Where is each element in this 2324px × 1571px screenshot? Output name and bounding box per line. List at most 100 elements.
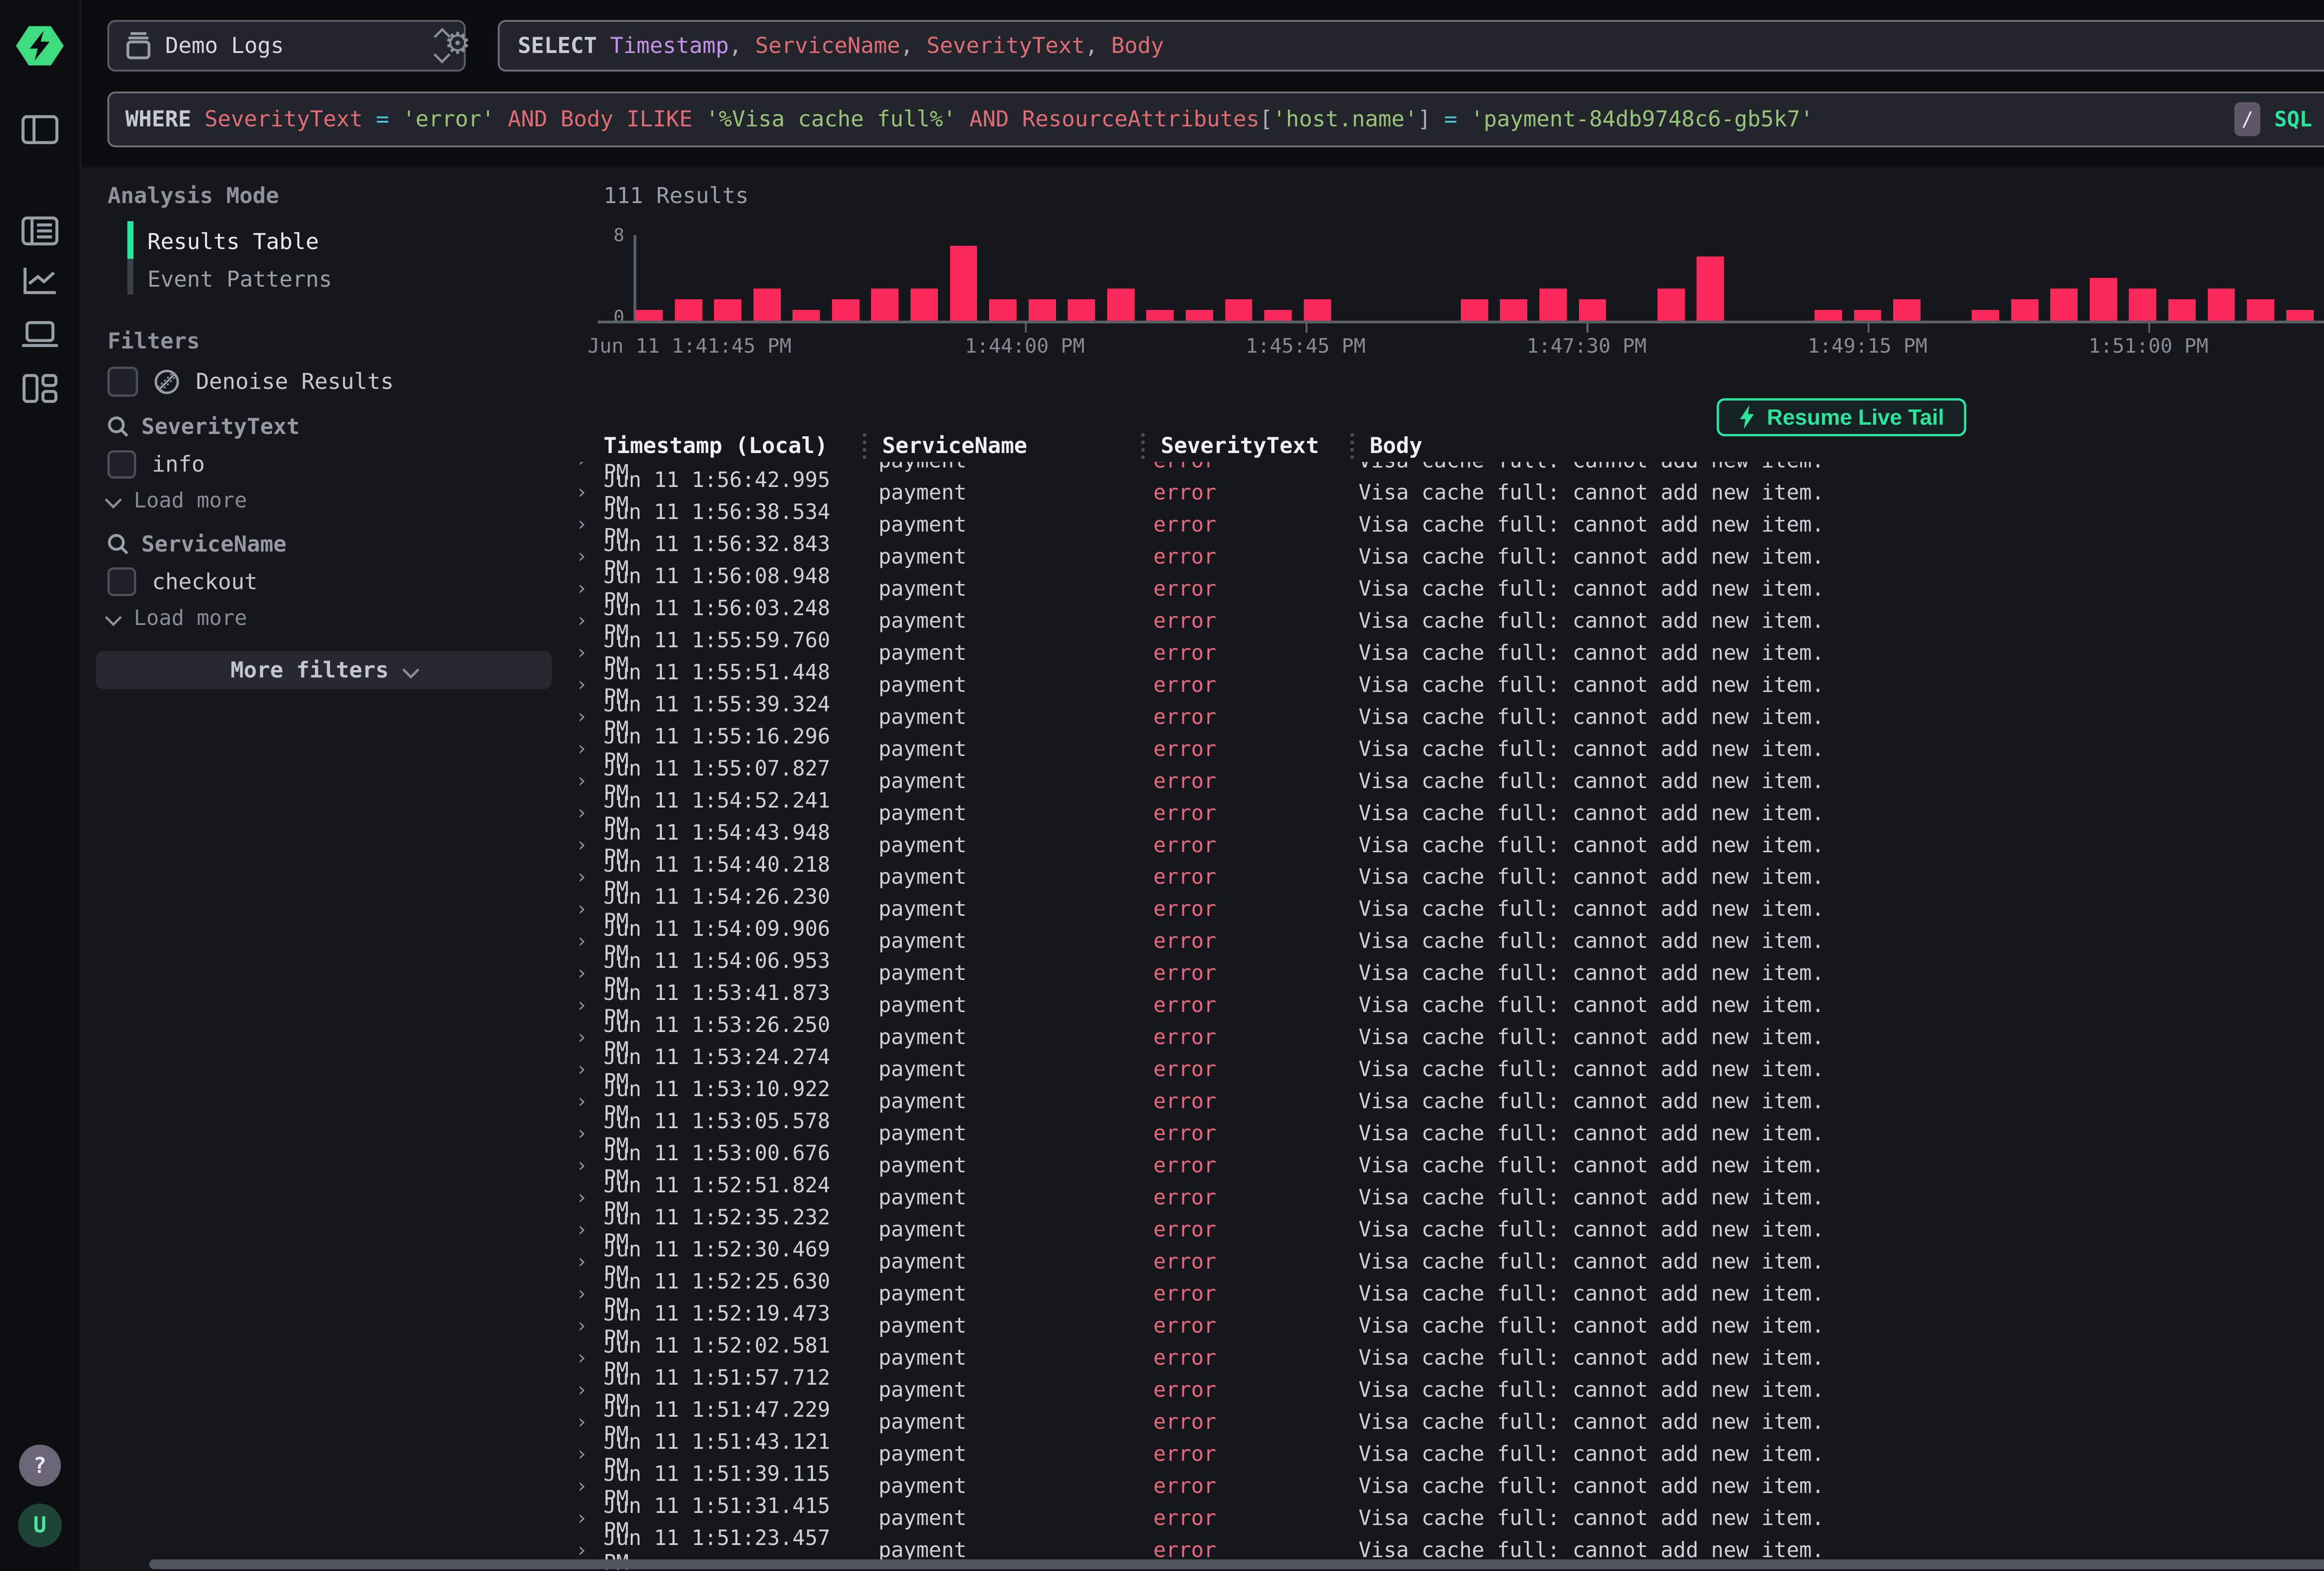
row-expand-icon[interactable]: › bbox=[560, 1410, 603, 1433]
gear-icon[interactable]: ⚙ bbox=[444, 22, 471, 66]
toggle-sql[interactable]: SQL bbox=[2274, 107, 2312, 131]
more-filters-button[interactable]: More filters bbox=[96, 651, 552, 689]
row-expand-icon[interactable]: › bbox=[560, 1090, 603, 1113]
row-expand-icon[interactable]: › bbox=[560, 1538, 603, 1562]
histogram-bar[interactable] bbox=[871, 289, 898, 321]
row-expand-icon[interactable]: › bbox=[560, 993, 603, 1017]
row-expand-icon[interactable]: › bbox=[560, 769, 603, 792]
where-query-input[interactable]: WHERE SeverityText = 'error' AND Body IL… bbox=[107, 92, 2324, 147]
histogram-bar[interactable] bbox=[1972, 310, 1999, 321]
row-expand-icon[interactable]: › bbox=[560, 1378, 603, 1401]
logo-icon[interactable] bbox=[16, 25, 64, 67]
row-expand-icon[interactable]: › bbox=[560, 1154, 603, 1177]
row-expand-icon[interactable]: › bbox=[560, 1474, 603, 1498]
row-expand-icon[interactable]: › bbox=[560, 929, 603, 953]
histogram-bar[interactable] bbox=[832, 299, 859, 321]
user-avatar[interactable]: U bbox=[18, 1504, 62, 1547]
histogram-bar[interactable] bbox=[1146, 310, 1174, 321]
row-expand-icon[interactable]: › bbox=[560, 1442, 603, 1466]
column-resize-handle[interactable] bbox=[1350, 433, 1370, 459]
row-expand-icon[interactable]: › bbox=[560, 897, 603, 920]
checkbox[interactable] bbox=[107, 567, 136, 596]
select-query-input[interactable]: SELECT Timestamp, ServiceName, SeverityT… bbox=[498, 20, 2324, 72]
row-expand-icon[interactable]: › bbox=[560, 1506, 603, 1530]
column-header-body[interactable]: Body bbox=[1370, 433, 2324, 459]
sidebar-item-results-table[interactable]: Results Table bbox=[147, 229, 319, 255]
checkbox[interactable] bbox=[107, 450, 136, 479]
column-resize-handle[interactable] bbox=[863, 433, 882, 459]
histogram-bar[interactable] bbox=[1657, 289, 1685, 321]
row-expand-icon[interactable]: › bbox=[560, 480, 603, 504]
histogram-bar[interactable] bbox=[635, 310, 663, 321]
histogram-bar[interactable] bbox=[2208, 289, 2235, 321]
histogram-bar[interactable] bbox=[1068, 299, 1095, 321]
row-expand-icon[interactable]: › bbox=[560, 1218, 603, 1241]
horizontal-scrollbar[interactable] bbox=[149, 1559, 2324, 1569]
histogram-bar[interactable] bbox=[1304, 299, 1331, 321]
denoise-results-checkbox[interactable]: Denoise Results bbox=[107, 367, 394, 397]
histogram-bar[interactable] bbox=[792, 310, 820, 321]
query-language-toggle[interactable]: / SQL | Lucene bbox=[2234, 102, 2324, 136]
histogram-bar[interactable] bbox=[911, 289, 938, 321]
sidebar-item-event-patterns[interactable]: Event Patterns bbox=[147, 267, 332, 292]
histogram-bar[interactable] bbox=[1893, 299, 1921, 321]
histogram-bar[interactable] bbox=[1539, 289, 1567, 321]
row-expand-icon[interactable]: › bbox=[560, 462, 603, 472]
column-header-timestamp[interactable]: Timestamp (Local) bbox=[604, 433, 863, 459]
chart-icon[interactable] bbox=[22, 266, 58, 296]
column-header-severitytext[interactable]: SeverityText bbox=[1161, 433, 1350, 459]
row-expand-icon[interactable]: › bbox=[560, 705, 603, 728]
column-resize-handle[interactable] bbox=[1141, 433, 1161, 459]
panel-toggle-icon[interactable] bbox=[21, 114, 59, 144]
filter-option-checkout[interactable]: checkout bbox=[107, 567, 257, 596]
histogram-bar[interactable] bbox=[714, 299, 741, 321]
resume-live-tail-button[interactable]: Resume Live Tail bbox=[1717, 398, 1967, 436]
row-expand-icon[interactable]: › bbox=[560, 513, 603, 536]
histogram-bar[interactable] bbox=[753, 289, 781, 321]
histogram-bar[interactable] bbox=[1854, 310, 1882, 321]
histogram-bar[interactable] bbox=[2050, 289, 2078, 321]
row-expand-icon[interactable]: › bbox=[560, 1346, 603, 1369]
histogram-bar[interactable] bbox=[1697, 256, 1724, 321]
histogram-bar[interactable] bbox=[2129, 289, 2156, 321]
column-header-servicename[interactable]: ServiceName bbox=[882, 433, 1141, 459]
row-expand-icon[interactable]: › bbox=[560, 577, 603, 600]
histogram-bar[interactable] bbox=[2168, 299, 2196, 321]
histogram-bar[interactable] bbox=[1815, 310, 1842, 321]
row-expand-icon[interactable]: › bbox=[560, 1025, 603, 1049]
row-expand-icon[interactable]: › bbox=[560, 673, 603, 696]
laptop-icon[interactable] bbox=[20, 321, 60, 348]
histogram-bar[interactable] bbox=[2011, 299, 2039, 321]
row-expand-icon[interactable]: › bbox=[560, 833, 603, 856]
source-select[interactable]: Demo Logs bbox=[107, 20, 466, 72]
help-button[interactable]: ? bbox=[19, 1445, 61, 1486]
row-expand-icon[interactable]: › bbox=[560, 641, 603, 664]
histogram-bar[interactable] bbox=[1107, 289, 1135, 321]
load-more-severitytext[interactable]: Load more bbox=[107, 488, 247, 513]
histogram-bar[interactable] bbox=[2090, 278, 2117, 321]
row-expand-icon[interactable]: › bbox=[560, 1314, 603, 1337]
row-expand-icon[interactable]: › bbox=[560, 545, 603, 568]
row-expand-icon[interactable]: › bbox=[560, 865, 603, 888]
histogram-bar[interactable] bbox=[950, 246, 977, 321]
row-expand-icon[interactable]: › bbox=[560, 1282, 603, 1305]
histogram-bar[interactable] bbox=[1225, 299, 1253, 321]
histogram-bar[interactable] bbox=[989, 299, 1017, 321]
histogram-bar[interactable] bbox=[1579, 299, 1606, 321]
row-expand-icon[interactable]: › bbox=[560, 737, 603, 760]
histogram-bar[interactable] bbox=[1186, 310, 1213, 321]
histogram-bar[interactable] bbox=[1029, 299, 1056, 321]
histogram-bar[interactable] bbox=[1500, 299, 1527, 321]
row-expand-icon[interactable]: › bbox=[560, 801, 603, 824]
row-expand-icon[interactable]: › bbox=[560, 609, 603, 632]
row-expand-icon[interactable]: › bbox=[560, 1186, 603, 1209]
histogram-bar[interactable] bbox=[2286, 310, 2314, 321]
checkbox[interactable] bbox=[107, 367, 138, 397]
row-expand-icon[interactable]: › bbox=[560, 961, 603, 985]
logs-icon[interactable] bbox=[21, 216, 59, 246]
load-more-servicename[interactable]: Load more bbox=[107, 605, 247, 630]
filter-option-info[interactable]: info bbox=[107, 450, 205, 479]
histogram-bar[interactable] bbox=[675, 299, 702, 321]
histogram-bar[interactable] bbox=[2247, 299, 2274, 321]
row-expand-icon[interactable]: › bbox=[560, 1058, 603, 1081]
